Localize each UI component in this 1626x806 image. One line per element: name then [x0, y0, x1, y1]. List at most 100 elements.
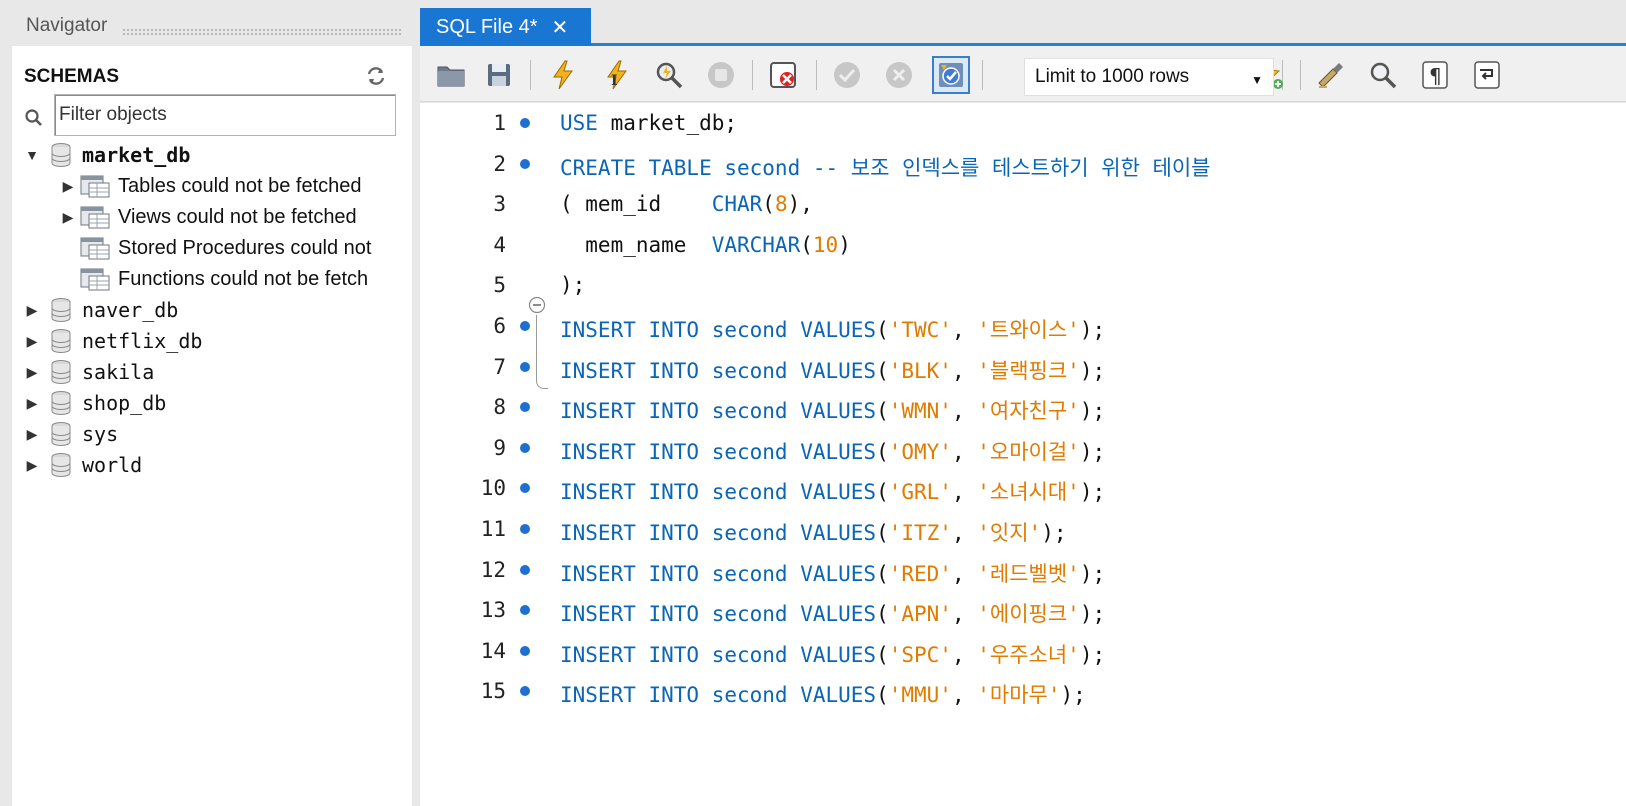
statement-marker-icon: [520, 361, 530, 372]
expand-right-icon[interactable]: ▶: [60, 202, 76, 232]
code-line[interactable]: 9 INSERT INTO second VALUES('OMY', '오마이걸'…: [420, 428, 1626, 468]
word-wrap-icon[interactable]: [1468, 56, 1506, 94]
close-icon[interactable]: ✕: [552, 17, 569, 37]
schema-item-netflix_db[interactable]: ▶ netflix_db: [24, 326, 202, 356]
code-token: (: [876, 358, 889, 383]
code-text: INSERT INTO second VALUES('TWC', '트와이스')…: [560, 314, 1105, 344]
autocommit-icon[interactable]: [932, 56, 970, 94]
code-token: '에이핑크': [977, 602, 1080, 627]
code-text: INSERT INTO second VALUES('APN', '에이핑크')…: [560, 598, 1105, 628]
schema-item-market_db[interactable]: ▼ market_db: [24, 140, 190, 170]
code-token: '여자친구': [977, 399, 1080, 424]
expand-right-icon[interactable]: ▶: [24, 326, 40, 356]
code-token: ,: [951, 521, 978, 545]
schema-child-label: Tables could not be fetched: [118, 174, 362, 197]
beautify-icon[interactable]: [1312, 56, 1350, 94]
toggle-error-icon[interactable]: [764, 56, 802, 94]
code-token: );: [1079, 642, 1106, 667]
schema-child-item[interactable]: Functions could not be fetch: [60, 264, 368, 294]
folder-table-icon: [80, 174, 110, 198]
filter-objects-input[interactable]: [54, 94, 396, 136]
fold-toggle-icon[interactable]: [528, 296, 546, 314]
code-token: (: [876, 642, 889, 667]
code-line[interactable]: 5);: [420, 265, 1626, 305]
find-icon[interactable]: [1364, 56, 1402, 94]
expand-down-icon[interactable]: ▼: [24, 140, 40, 170]
code-line[interactable]: 11 INSERT INTO second VALUES('ITZ', '잇지')…: [420, 509, 1626, 549]
code-line[interactable]: 4 mem_name VARCHAR(10): [420, 225, 1626, 265]
save-icon[interactable]: [480, 56, 518, 94]
code-token: 'GRL': [888, 480, 952, 505]
code-token: INSERT INTO second VALUES: [560, 399, 877, 424]
sql-editor[interactable]: 1 USE market_db; 2 CREATE TABLE second -- 보…: [420, 103, 1626, 806]
schema-name: world: [82, 453, 143, 477]
code-line[interactable]: 15 INSERT INTO second VALUES('MMU', '마마무'…: [420, 671, 1626, 711]
code-text: INSERT INTO second VALUES('OMY', '오마이걸')…: [560, 436, 1105, 466]
expand-right-icon[interactable]: ▶: [24, 419, 40, 449]
expand-right-icon[interactable]: ▶: [24, 450, 40, 480]
code-line[interactable]: 10 INSERT INTO second VALUES('GRL', '소녀시대…: [420, 468, 1626, 508]
code-line[interactable]: 6 INSERT INTO second VALUES('TWC', '트와이스'…: [420, 306, 1626, 346]
execute-current-icon[interactable]: I: [598, 56, 636, 94]
svg-text:¶: ¶: [1429, 64, 1442, 88]
expand-right-icon[interactable]: ▶: [24, 357, 40, 387]
editor-tabstrip: [420, 8, 1626, 46]
code-token: );: [1060, 683, 1086, 708]
code-text: INSERT INTO second VALUES('WMN', '여자친구')…: [560, 395, 1105, 425]
code-token: ,: [951, 561, 978, 586]
stop-icon[interactable]: [702, 56, 740, 94]
code-text: );: [560, 273, 585, 297]
code-line[interactable]: 2 CREATE TABLE second -- 보조 인덱스를 테스트하기 위한…: [420, 144, 1626, 184]
schema-name: shop_db: [82, 391, 167, 415]
expand-right-icon[interactable]: ▶: [24, 295, 40, 325]
code-line[interactable]: 8 INSERT INTO second VALUES('WMN', '여자친구'…: [420, 387, 1626, 427]
expand-right-icon[interactable]: ▶: [60, 171, 76, 201]
explain-icon[interactable]: [650, 56, 688, 94]
code-token: );: [1079, 439, 1106, 464]
schema-child-label: Functions could not be fetch: [118, 267, 369, 290]
code-line[interactable]: 13 INSERT INTO second VALUES('APN', '에이핑크…: [420, 590, 1626, 630]
open-file-icon[interactable]: [432, 56, 470, 94]
schema-item-shop_db[interactable]: ▶ shop_db: [24, 388, 166, 418]
refresh-icon[interactable]: [364, 64, 388, 88]
database-icon: [50, 142, 72, 168]
statement-marker-icon: [520, 402, 530, 413]
line-number: 14: [480, 638, 506, 663]
schema-child-item[interactable]: Stored Procedures could not: [60, 233, 372, 263]
code-token: mem_name: [560, 232, 712, 257]
code-token: );: [1079, 399, 1106, 424]
expand-right-icon[interactable]: ▶: [24, 388, 40, 418]
code-token: INSERT INTO second VALUES: [560, 521, 877, 545]
execute-icon[interactable]: [544, 56, 582, 94]
code-token: '마마무': [977, 683, 1061, 708]
line-number: 5: [493, 273, 506, 298]
code-token: 'TWC': [888, 318, 952, 342]
statement-marker-icon: [520, 605, 530, 616]
invisible-chars-icon[interactable]: ¶: [1416, 56, 1454, 94]
code-token: );: [1041, 521, 1067, 545]
line-number: 8: [493, 395, 506, 420]
code-line[interactable]: 3 ( mem_id CHAR(8),: [420, 184, 1626, 224]
schema-item-sakila[interactable]: ▶ sakila: [24, 357, 154, 387]
code-line[interactable]: 14 INSERT INTO second VALUES('SPC', '우주소녀…: [420, 631, 1626, 671]
code-token: (: [876, 318, 889, 342]
schema-item-world[interactable]: ▶ world: [24, 450, 142, 480]
schema-child-item[interactable]: ▶ Tables could not be fetched: [60, 171, 362, 201]
code-token: USE: [560, 111, 598, 135]
schema-item-sys[interactable]: ▶ sys: [24, 419, 118, 449]
code-line[interactable]: 12 INSERT INTO second VALUES('RED', '레드벨벳…: [420, 550, 1626, 590]
code-line[interactable]: 7 INSERT INTO second VALUES('BLK', '블랙핑크'…: [420, 347, 1626, 387]
limit-rows-select[interactable]: Limit to 1000 rows ▼: [1024, 58, 1274, 96]
navigator-header: Navigator: [12, 8, 412, 46]
code-token: );: [1079, 480, 1106, 505]
code-token: INSERT INTO second VALUES: [560, 480, 877, 505]
schema-item-naver_db[interactable]: ▶ naver_db: [24, 295, 178, 325]
code-token: 'MMU': [888, 683, 952, 708]
schema-child-item[interactable]: ▶ Views could not be fetched: [60, 202, 357, 232]
rollback-icon[interactable]: [880, 56, 918, 94]
statement-marker-icon: [520, 645, 530, 656]
tab-sql-file[interactable]: SQL File 4* ✕: [420, 8, 591, 46]
code-line[interactable]: 1 USE market_db;: [420, 103, 1626, 143]
navigator-drag-grip[interactable]: [122, 28, 402, 36]
commit-icon[interactable]: [828, 56, 866, 94]
